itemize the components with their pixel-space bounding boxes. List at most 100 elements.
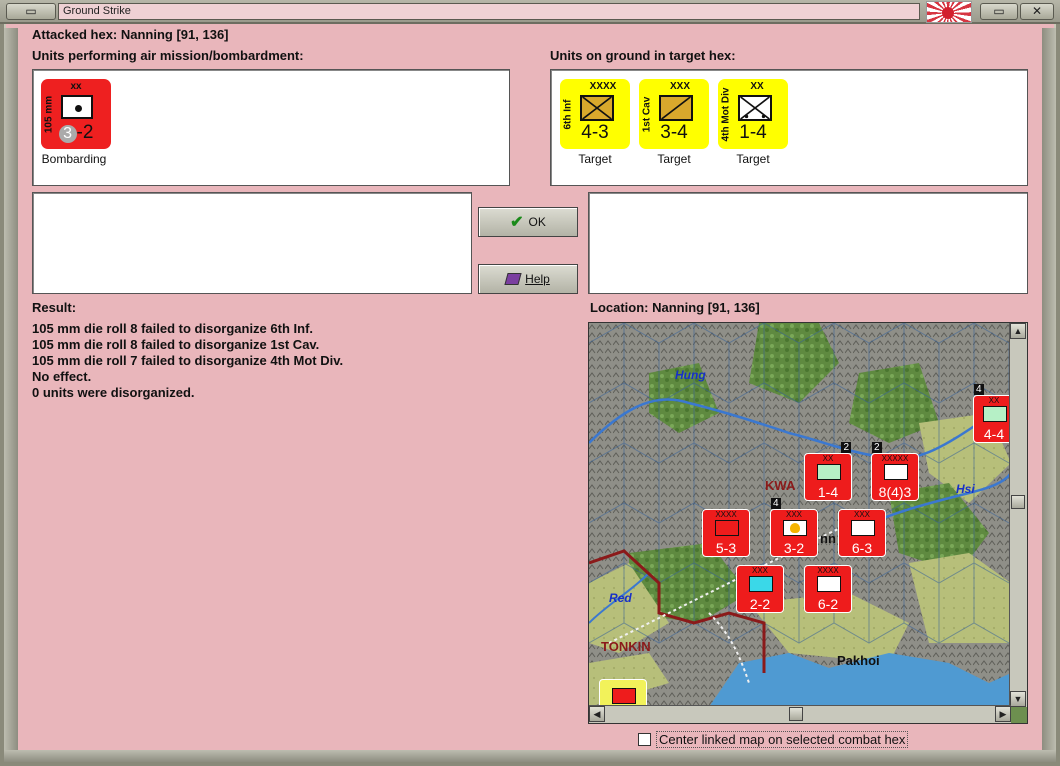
- vertical-scroll-thumb[interactable]: [1011, 495, 1025, 509]
- unit-size: XX: [988, 396, 1000, 405]
- scroll-up-icon[interactable]: ▲: [1010, 323, 1026, 339]
- bombarding-caption: Bombarding: [41, 152, 107, 166]
- unit-size: XXX: [785, 510, 802, 519]
- ok-button[interactable]: ✔ OK: [478, 207, 578, 237]
- stack-count: 4: [771, 498, 781, 509]
- help-label: Help: [525, 272, 550, 286]
- unit-size: XXX: [669, 81, 690, 92]
- air-units-heading: Units performing air mission/bombardment…: [32, 48, 304, 63]
- result-line: No effect.: [32, 369, 92, 384]
- right-frame: [1042, 28, 1056, 758]
- scroll-down-icon[interactable]: ▼: [1010, 691, 1026, 707]
- ground-unit-counter-4th-mot-div[interactable]: XX 4th Mot Div 1-4: [718, 79, 788, 149]
- unit-symbol-icon: [851, 520, 875, 536]
- unit-strength: 4-3: [581, 122, 609, 143]
- map-label-nn: nn: [820, 531, 836, 546]
- unit-size: XXX: [751, 566, 768, 575]
- air-unit-counter[interactable]: xx 105 mm 3 -2: [41, 79, 111, 149]
- japan-flag-icon: [926, 1, 972, 23]
- help-book-icon: [504, 273, 522, 285]
- unit-strength: 3-4: [660, 122, 688, 143]
- ground-units-panel: XXXX 6th Inf 4-3 Target XXX 1st Cav 3-4 …: [550, 69, 1028, 186]
- unit-strength: 5-3: [715, 540, 737, 556]
- unit-symbol-icon: [983, 406, 1007, 422]
- result-line: 105 mm die roll 7 failed to disorganize …: [32, 353, 344, 368]
- unit-size: XX: [822, 454, 834, 463]
- ground-units-heading: Units on ground in target hex:: [550, 48, 736, 63]
- center-map-option[interactable]: Center linked map on selected combat hex: [638, 731, 909, 748]
- unit-size: XX: [750, 81, 764, 92]
- unit-strength: 4-4: [983, 426, 1005, 442]
- ground-unit-counter-1st-cav[interactable]: XXX 1st Cav 3-4: [639, 79, 709, 149]
- horizontal-scroll-thumb[interactable]: [789, 707, 803, 721]
- map-label-tonkin: TONKIN: [601, 639, 651, 654]
- target-caption: Target: [736, 152, 770, 166]
- linked-map[interactable]: Hung Hsi Red KWA TONKIN Pakhoi nn 2 XX 1…: [588, 322, 1028, 724]
- unit-symbol-icon: [749, 576, 773, 592]
- map-unit-counter[interactable]: XXX 2-2: [736, 565, 784, 613]
- stack-count: 2: [841, 442, 851, 453]
- cavalry-symbol-icon: [659, 95, 693, 121]
- fire-icon: [783, 520, 807, 536]
- map-unit-counter[interactable]: 2 XXXXX 8(4)3: [871, 442, 919, 501]
- unit-symbol-icon: [817, 576, 841, 592]
- unit-size: XXXX: [715, 510, 737, 519]
- result-line: 105 mm die roll 8 failed to disorganize …: [32, 337, 320, 352]
- unit-strength: 8(4)3: [878, 484, 912, 500]
- location-heading: Location: Nanning [91, 136]: [590, 300, 760, 315]
- map-vertical-scrollbar[interactable]: ▲ ▼: [1009, 323, 1027, 707]
- air-units-panel: xx 105 mm 3 -2 Bombarding: [32, 69, 510, 186]
- center-map-checkbox[interactable]: [638, 733, 651, 746]
- close-button[interactable]: ✕: [1020, 3, 1054, 20]
- checkmark-icon: ✔: [510, 214, 524, 231]
- stack-count: 4: [974, 384, 984, 395]
- help-button[interactable]: Help: [478, 264, 578, 294]
- map-label-kwa: KWA: [765, 478, 796, 493]
- unit-size: XXXX: [817, 566, 839, 575]
- scroll-left-icon[interactable]: ◀: [589, 706, 605, 722]
- unit-symbol-icon: [715, 520, 739, 536]
- unit-size: XXXXX: [881, 454, 909, 463]
- title-bar: ▭ Ground Strike ▭ ✕: [0, 0, 1060, 24]
- attacked-hex-label: Attacked hex: Nanning [91, 136]: [32, 27, 229, 42]
- unit-size: XXX: [853, 510, 870, 519]
- unit-symbol-icon: [817, 464, 841, 480]
- result-heading: Result:: [32, 300, 77, 315]
- map-label-hung: Hung: [675, 368, 706, 382]
- map-unit-counter[interactable]: 2 XX 1-4: [804, 442, 852, 501]
- ground-unit-counter-6th-inf[interactable]: XXXX 6th Inf 4-3: [560, 79, 630, 149]
- result-line: 0 units were disorganized.: [32, 385, 195, 400]
- map-unit-counter-selected[interactable]: 4 XXX 3-2: [770, 498, 818, 557]
- unit-symbol-icon: [884, 464, 908, 480]
- unit-size: XXXX: [589, 81, 617, 92]
- map-horizontal-scrollbar[interactable]: ◀ ▶: [589, 705, 1011, 723]
- result-line: 105 mm die roll 8 failed to disorganize …: [32, 321, 314, 336]
- unit-strength: 1-4: [739, 122, 767, 143]
- center-map-label: Center linked map on selected combat hex: [656, 731, 909, 748]
- air-unit-detail-panel: [32, 192, 472, 294]
- motorized-infantry-symbol-icon: [738, 95, 772, 121]
- scroll-right-icon[interactable]: ▶: [995, 706, 1011, 722]
- unit-strength: 6-3: [851, 540, 873, 556]
- map-unit-counter[interactable]: XXXX 6-2: [804, 565, 852, 613]
- ground-unit-detail-panel: [588, 192, 1028, 294]
- map-unit-counter[interactable]: XXXX 5-3: [702, 509, 750, 557]
- window-title: Ground Strike: [58, 3, 920, 20]
- unit-strength: 6-2: [817, 596, 839, 612]
- unit-symbol-icon: [612, 688, 636, 704]
- map-label-hsi: Hsi: [956, 482, 975, 496]
- bottom-frame: [4, 750, 1056, 762]
- unit-strength: 2-2: [749, 596, 771, 612]
- map-label-red: Red: [609, 591, 632, 605]
- target-caption: Target: [578, 152, 612, 166]
- minimize-button[interactable]: ▭: [980, 3, 1018, 20]
- map-label-pakhoi: Pakhoi: [837, 653, 880, 668]
- unit-strength: 3-2: [41, 122, 111, 144]
- infantry-symbol-icon: [580, 95, 614, 121]
- window-menu-button[interactable]: ▭: [6, 3, 56, 20]
- map-unit-counter[interactable]: XXX 6-3: [838, 509, 886, 557]
- unit-strength: 3-2: [783, 540, 805, 556]
- unit-strength: 1-4: [817, 484, 839, 500]
- stack-count: 2: [872, 442, 882, 453]
- ok-label: OK: [528, 215, 546, 229]
